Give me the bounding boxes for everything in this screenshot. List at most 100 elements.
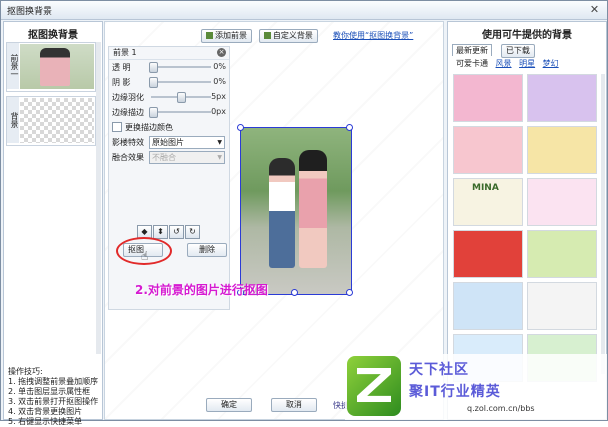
category-scenery[interactable]: 风景	[496, 59, 512, 68]
cancel-button[interactable]: 取消	[270, 398, 317, 412]
properties-title: 前景 1	[113, 48, 137, 57]
background-thumbnail-blue-frame[interactable]	[453, 282, 523, 330]
foreground-image[interactable]	[237, 124, 353, 296]
watermark-line2: 聚IT行业精英	[409, 384, 501, 400]
title-bar[interactable]: 抠图换背景 ✕	[1, 1, 607, 20]
chevron-down-icon: ▼	[217, 139, 222, 146]
slider-knob[interactable]	[177, 92, 186, 103]
background-categories: 可爱卡通 风景 明星 梦幻	[456, 58, 564, 69]
slider-label: 边缘描边	[112, 108, 144, 117]
layer-background[interactable]: 背景	[6, 96, 96, 146]
resize-handle[interactable]	[237, 124, 244, 131]
tip-item: 2. 单击图层显示属性框	[8, 387, 91, 396]
zol-logo-icon	[347, 356, 401, 416]
blend-row: 融合效果 不融合 ▼	[109, 150, 229, 165]
effect-value: 原始图片	[152, 138, 184, 147]
layer-list-scrollbar[interactable]	[96, 42, 101, 354]
close-icon[interactable]: ✕	[588, 3, 601, 16]
slider-value: 5px	[211, 92, 226, 101]
edge-color-swatch[interactable]	[112, 122, 122, 132]
resize-handle[interactable]	[346, 124, 353, 131]
flip-vertical-icon[interactable]: ⬍	[153, 225, 168, 239]
category-star[interactable]: 明星	[519, 59, 535, 68]
instruction-text: 2.对前景的图片进行抠图	[135, 283, 268, 297]
slider-knob[interactable]	[149, 77, 158, 88]
ok-button[interactable]: 确定	[206, 398, 252, 412]
background-thumbnail-red-frame[interactable]	[453, 230, 523, 278]
slider-shadow: 阴 影 0%	[109, 75, 229, 90]
top-toolbar: 添加前景 自定义背景	[201, 29, 322, 43]
slider-stroke: 边缘描边 0px	[109, 105, 229, 120]
category-cute-cartoon[interactable]: 可爱卡通	[456, 59, 488, 68]
slider-value: 0px	[211, 107, 226, 116]
add-foreground-button[interactable]: 添加前景	[201, 29, 252, 43]
tab-latest[interactable]: 最新更新	[452, 44, 492, 56]
add-image-icon	[206, 32, 213, 39]
background-thumbnail-green-light[interactable]	[527, 230, 597, 278]
edge-color-label[interactable]: 更换描边颜色	[125, 122, 173, 133]
action-buttons: 抠图 ☝ 删除	[116, 237, 227, 265]
thumbnail-text: MINA	[472, 183, 499, 193]
edge-color-row: 更换描边颜色	[109, 120, 229, 135]
layer-tag: 背景	[7, 97, 19, 143]
person-figure	[269, 158, 295, 268]
tips-section: 操作技巧: 1. 拖拽调整前景叠加顺序 2. 单击图层显示属性框 3. 双击前景…	[8, 367, 100, 427]
blend-select[interactable]: 不融合 ▼	[149, 151, 225, 164]
slider-label: 边缘羽化	[112, 93, 144, 102]
slider-track[interactable]	[151, 66, 211, 68]
tip-item: 4. 双击背景更换图片	[8, 407, 83, 416]
resize-handle[interactable]	[291, 289, 298, 296]
layers-panel: 抠图换背景 前景一 背景 操作技巧: 1. 拖拽调整前景叠加顺序 2. 单击图层…	[3, 21, 103, 426]
effect-select[interactable]: 原始图片 ▼	[149, 136, 225, 149]
tab-downloaded[interactable]: 已下载	[500, 44, 535, 58]
background-thumbnail-pink-dots[interactable]	[453, 126, 523, 174]
delete-button[interactable]: 删除	[187, 243, 227, 257]
slider-knob[interactable]	[149, 107, 158, 118]
close-properties-icon[interactable]: ×	[217, 48, 226, 57]
tip-item: 1. 拖拽调整前景叠加顺序	[8, 377, 99, 386]
slider-track[interactable]	[151, 111, 211, 113]
background-thumbnail-yellow-pattern[interactable]	[527, 126, 597, 174]
slider-value: 0%	[213, 62, 226, 71]
resize-handle[interactable]	[346, 289, 353, 296]
background-thumbnail-purple-dreamy[interactable]	[527, 74, 597, 122]
background-thumbnail-flower-garden[interactable]	[527, 178, 597, 226]
backgrounds-title: 使用可牛提供的背景	[482, 30, 572, 41]
rotate-left-icon[interactable]: ↺	[169, 225, 184, 239]
slider-knob[interactable]	[149, 62, 158, 73]
slider-label: 透 明	[112, 63, 131, 72]
background-grid: MINA	[451, 74, 599, 386]
effect-row: 影楼特效 原始图片 ▼	[109, 135, 229, 150]
hand-cursor-icon: ☝	[141, 249, 149, 263]
category-dreamy[interactable]: 梦幻	[543, 59, 559, 68]
background-thumbnail-pink-flowers[interactable]	[453, 74, 523, 122]
tips-heading: 操作技巧:	[8, 367, 43, 376]
background-thumbnail-white-sparkle[interactable]	[527, 282, 597, 330]
effect-label: 影楼特效	[112, 138, 144, 147]
rotate-right-icon[interactable]: ↻	[185, 225, 200, 239]
image-icon	[263, 32, 271, 39]
tip-item: 5. 右键显示快捷菜单	[8, 417, 83, 426]
backgrounds-scrollbar[interactable]	[601, 74, 605, 374]
layer-tag: 前景一	[7, 43, 19, 89]
custom-background-button[interactable]: 自定义背景	[258, 29, 318, 43]
watermark-url: q.zol.com.cn/bbs	[467, 404, 535, 413]
custom-background-label: 自定义背景	[272, 31, 313, 40]
dialog-buttons: 确定 取消	[206, 398, 333, 412]
tip-item: 3. 双击前景打开抠图操作	[8, 397, 99, 406]
properties-panel: 前景 1 × 透 明 0% 阴 影 0% 边缘羽化 5px 边缘描边 0px 更…	[108, 46, 230, 310]
slider-track[interactable]	[151, 81, 211, 83]
blend-value: 不融合	[152, 153, 176, 162]
background-thumbnail-mina-card[interactable]: MINA	[453, 178, 523, 226]
person-figure	[299, 150, 327, 268]
slider-label: 阴 影	[112, 78, 131, 87]
slider-value: 0%	[213, 77, 226, 86]
slider-transparency: 透 明 0%	[109, 60, 229, 75]
watermark-line1: 天下社区	[409, 362, 469, 378]
forum-watermark: 天下社区 聚IT行业精英 q.zol.com.cn/bbs	[345, 354, 607, 420]
howto-link[interactable]: 教你使用“抠图换背景”	[333, 30, 413, 41]
window-title: 抠图换背景	[7, 7, 53, 17]
layer-list: 前景一 背景	[6, 42, 96, 362]
layer-foreground[interactable]: 前景一	[6, 42, 96, 92]
add-foreground-label: 添加前景	[215, 31, 247, 40]
